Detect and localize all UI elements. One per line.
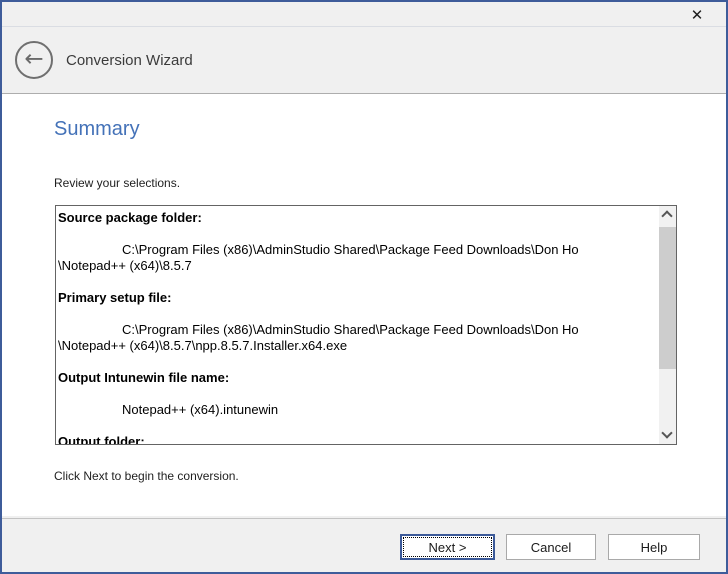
- close-button[interactable]: ✕: [684, 4, 710, 26]
- scroll-up-button[interactable]: [659, 206, 676, 223]
- back-arrow-icon: ←: [24, 48, 43, 71]
- chevron-down-icon: [661, 427, 672, 438]
- summary-section-heading: Primary setup file:: [58, 290, 658, 306]
- summary-value-line: C:\Program Files (x86)\AdminStudio Share…: [58, 242, 658, 258]
- next-hint-text: Click Next to begin the conversion.: [54, 469, 239, 483]
- chevron-up-icon: [661, 210, 672, 221]
- conversion-wizard-dialog: ✕ ← Conversion Wizard Summary Review you…: [0, 0, 728, 574]
- next-button[interactable]: Next >: [400, 534, 495, 560]
- summary-section-heading: Output folder:: [58, 434, 658, 444]
- vertical-scrollbar[interactable]: [659, 206, 676, 444]
- wizard-title: Conversion Wizard: [66, 52, 193, 69]
- summary-value-line: \Notepad++ (x64)\8.5.7\npp.8.5.7.Install…: [58, 338, 658, 354]
- instruction-text: Review your selections.: [54, 176, 180, 190]
- help-button[interactable]: Help: [608, 534, 700, 560]
- summary-value-line: C:\Program Files (x86)\AdminStudio Share…: [58, 322, 658, 338]
- cancel-button[interactable]: Cancel: [506, 534, 596, 560]
- summary-textbox[interactable]: Source package folder: C:\Program Files (…: [55, 205, 677, 445]
- summary-value-line: Notepad++ (x64).intunewin: [58, 402, 658, 418]
- wizard-header: ← Conversion Wizard: [2, 27, 726, 94]
- summary-section-heading: Source package folder:: [58, 210, 658, 226]
- page-title: Summary: [54, 118, 140, 141]
- summary-value-line: \Notepad++ (x64)\8.5.7: [58, 258, 658, 274]
- summary-section-heading: Output Intunewin file name:: [58, 370, 658, 386]
- summary-textbox-content: Source package folder: C:\Program Files (…: [56, 206, 658, 444]
- title-bar: ✕: [2, 2, 726, 27]
- scrollbar-thumb[interactable]: [659, 227, 676, 369]
- back-button[interactable]: ←: [15, 41, 53, 79]
- wizard-page-summary: Summary Review your selections. Source p…: [2, 94, 726, 516]
- close-icon: ✕: [691, 6, 704, 24]
- scroll-down-button[interactable]: [659, 427, 676, 444]
- button-bar: Next > Cancel Help: [2, 518, 726, 572]
